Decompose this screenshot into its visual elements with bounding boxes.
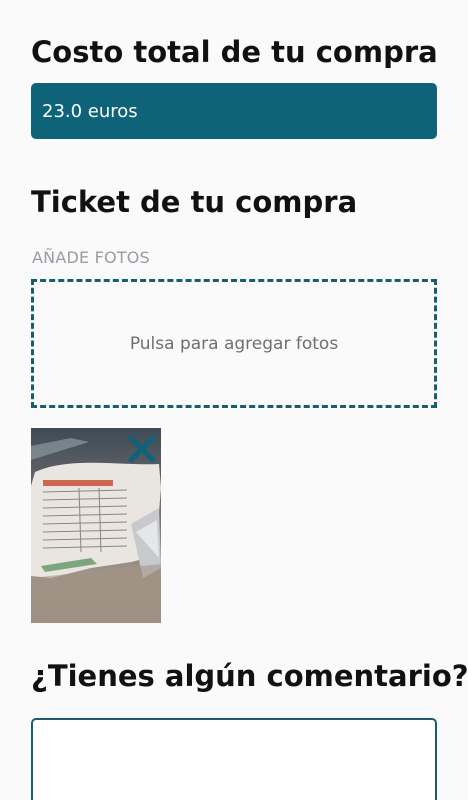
total-cost-heading: Costo total de tu compra (31, 35, 438, 69)
dropzone-text: Pulsa para agregar fotos (129, 333, 339, 354)
add-photos-dropzone[interactable]: Pulsa para agregar fotos (31, 279, 437, 408)
purchase-form: Costo total de tu compra 23.0 euros Tick… (0, 0, 468, 800)
comment-heading: ¿Tienes algún comentario? (31, 659, 468, 693)
close-icon[interactable] (127, 434, 157, 464)
total-cost-field[interactable]: 23.0 euros (31, 83, 437, 139)
ticket-heading: Ticket de tu compra (31, 185, 358, 219)
add-photos-label: AÑADE FOTOS (32, 248, 150, 267)
total-cost-value: 23.0 euros (42, 100, 138, 122)
comment-input[interactable] (31, 718, 437, 800)
